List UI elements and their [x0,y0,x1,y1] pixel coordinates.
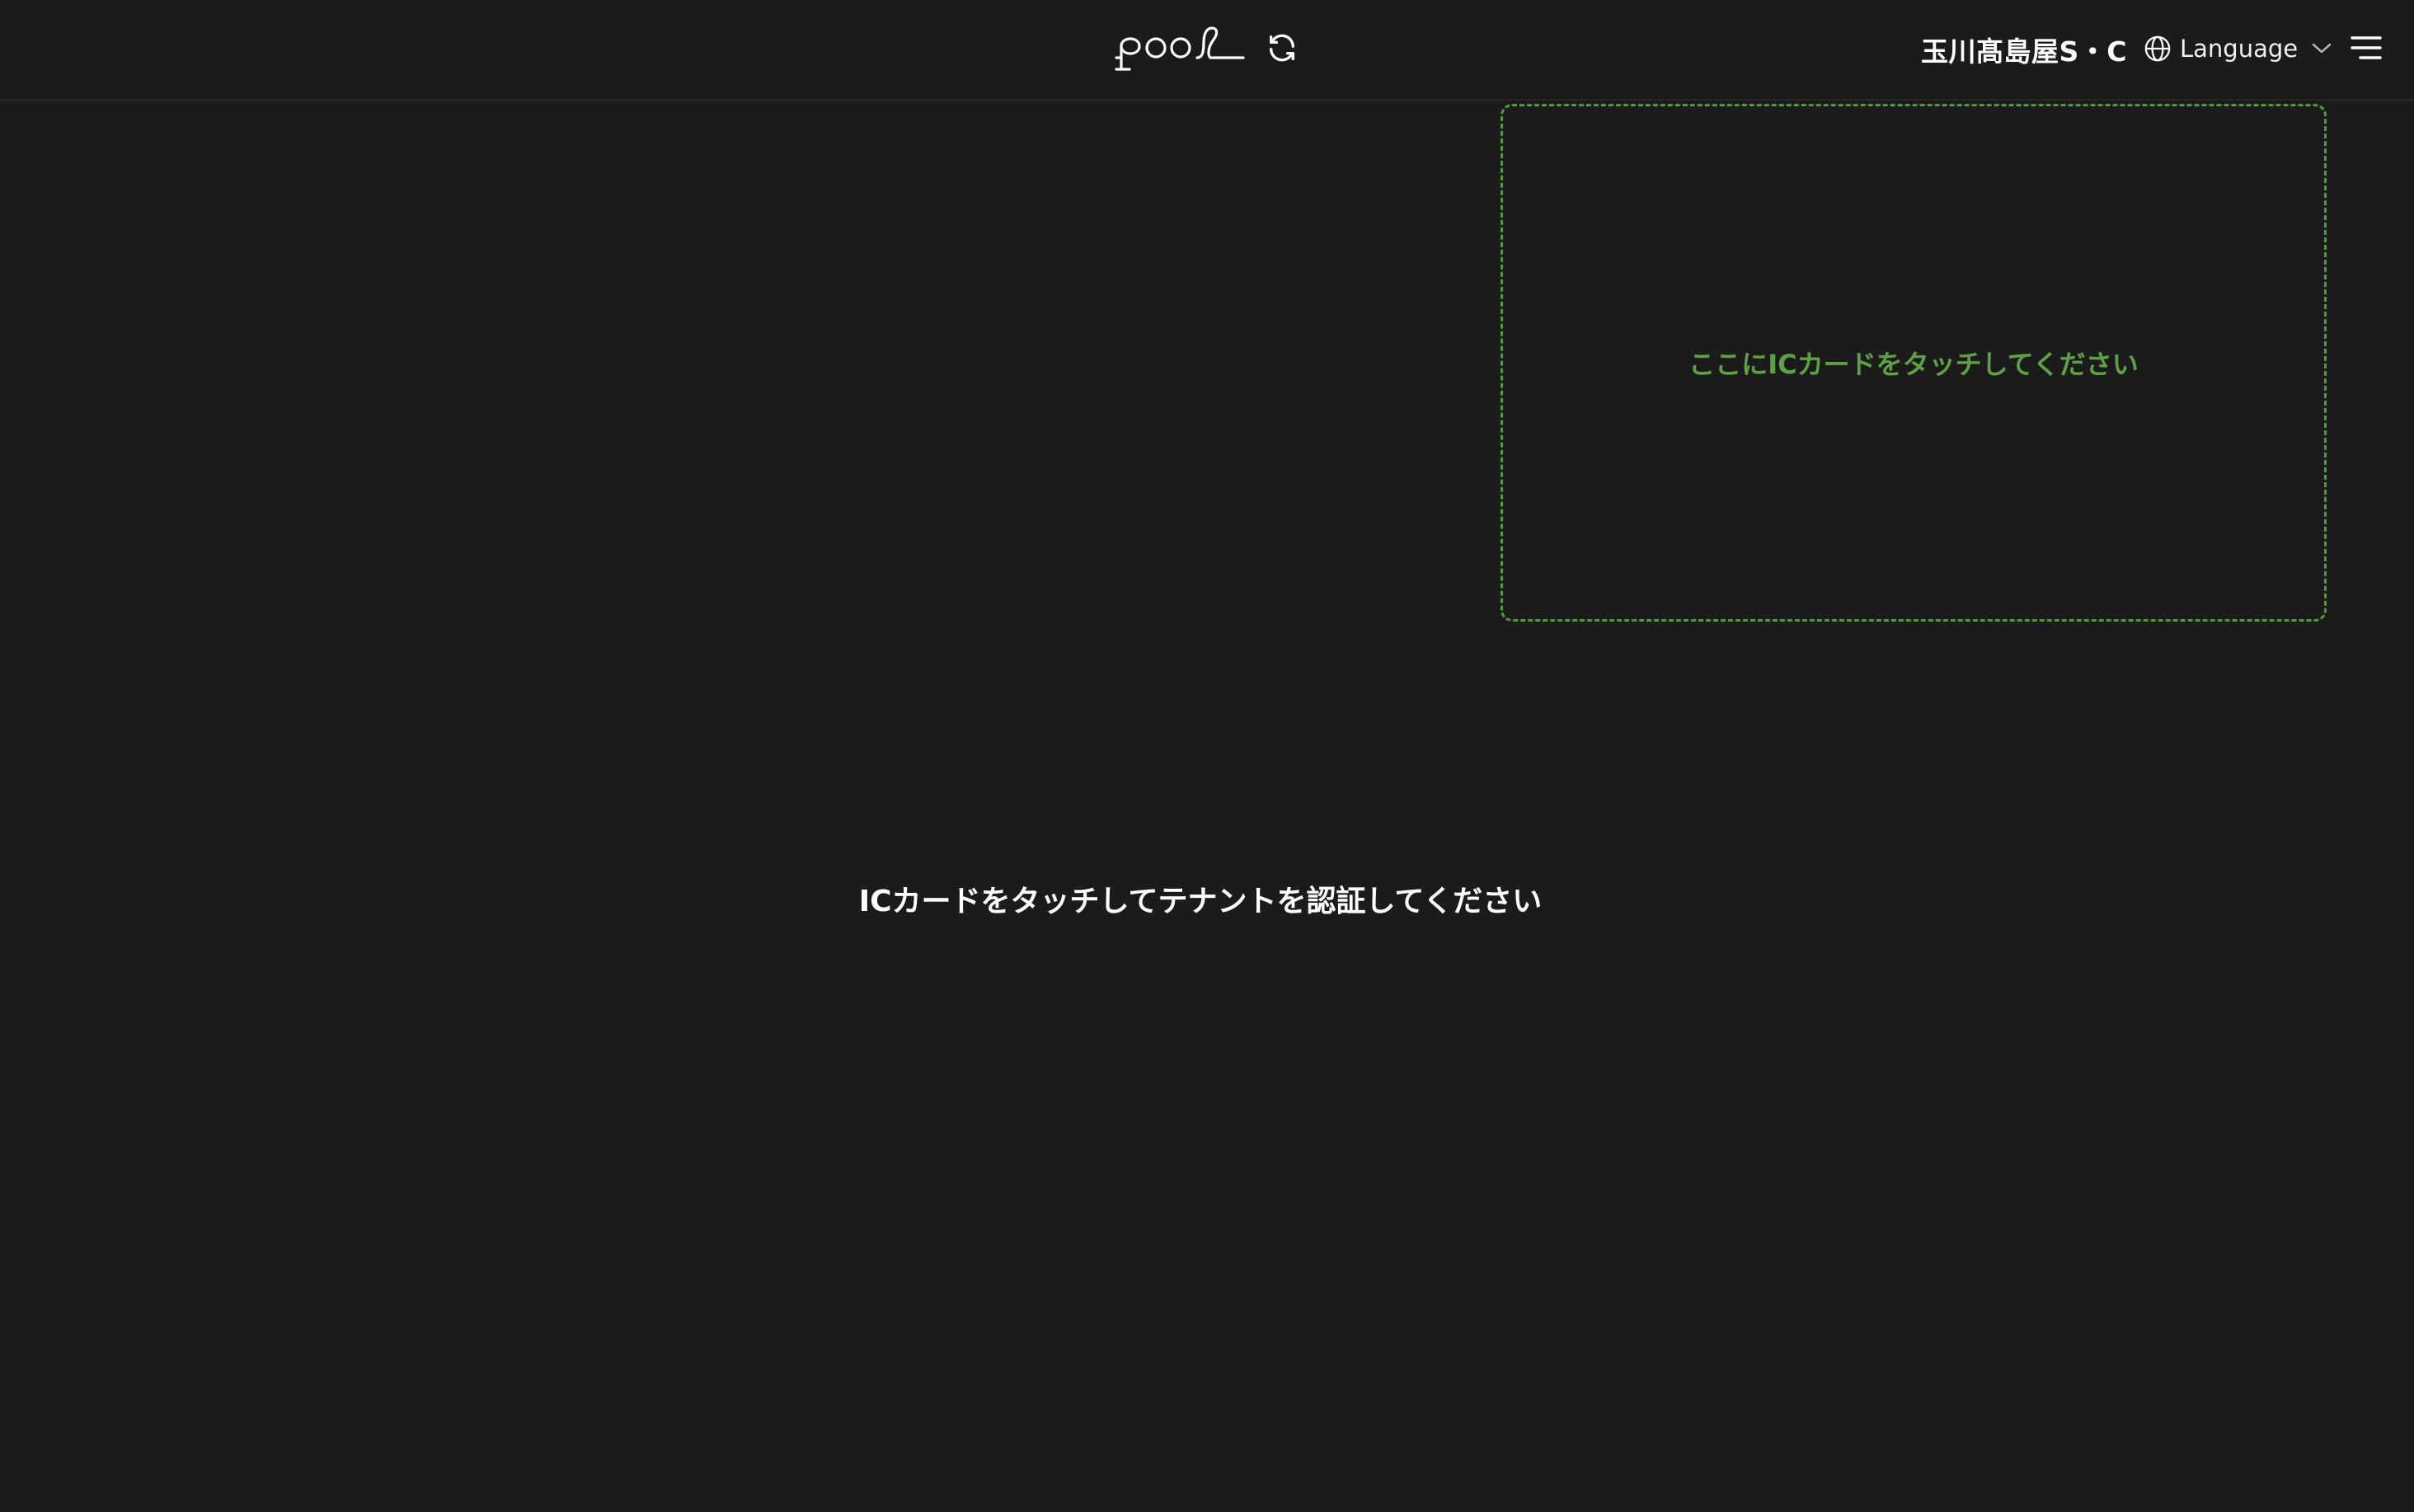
pool-logo-icon [1115,26,1245,71]
logo-group [1115,21,1301,74]
globe-icon [2144,35,2171,62]
ic-card-touch-zone[interactable]: ここにICカードをタッチしてください [1501,104,2327,622]
store-name: 玉川髙島屋S・C [1921,35,2127,68]
hamburger-menu-icon [2351,36,2382,59]
touch-zone-prompt: ここにICカードをタッチしてください [1688,349,2139,380]
refresh-icon [1270,34,1294,62]
app-header: 玉川髙島屋S・C Language [0,0,2414,101]
language-selector[interactable]: Language [2144,30,2332,68]
refresh-button[interactable] [1263,29,1301,67]
menu-button[interactable] [2350,33,2383,63]
chevron-down-icon [2311,42,2332,55]
auth-instruction: ICカードをタッチしてテナントを認証してください [858,885,1543,918]
language-label: Language [2180,35,2299,63]
